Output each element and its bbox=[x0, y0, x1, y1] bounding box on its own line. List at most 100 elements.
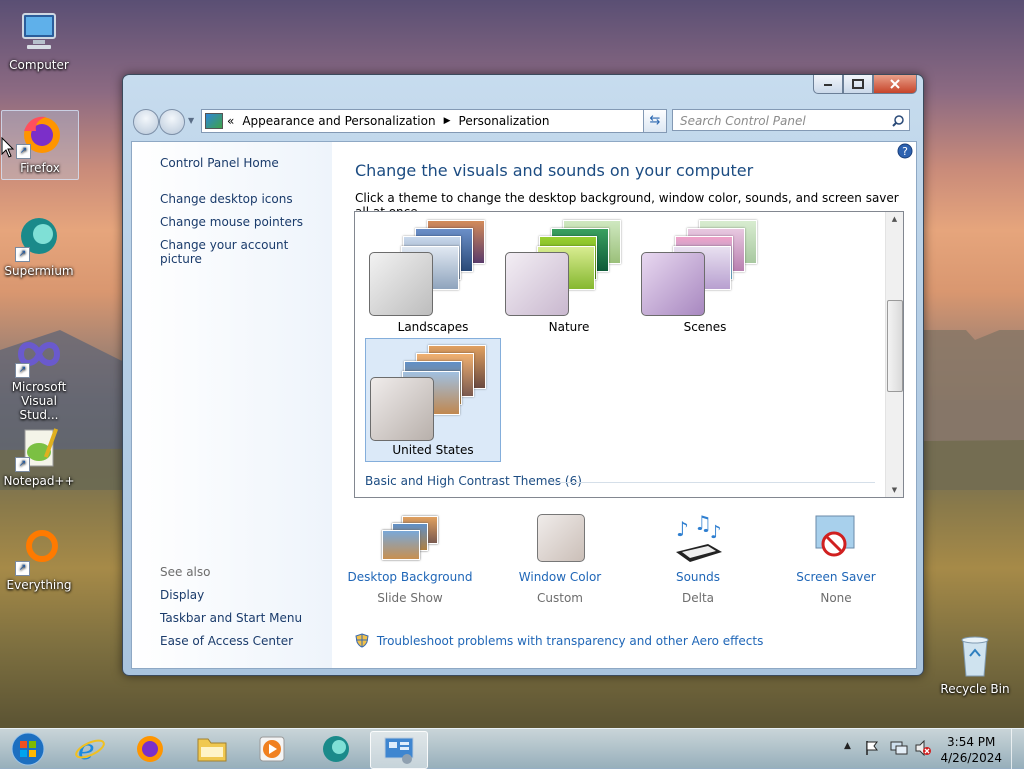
setting-title[interactable]: Desktop Background bbox=[340, 570, 480, 584]
theme-name: Scenes bbox=[683, 320, 727, 334]
back-button[interactable] bbox=[133, 109, 159, 135]
section-heading: Basic and High Contrast Themes (6) bbox=[365, 474, 582, 488]
recent-pages-arrow-icon[interactable]: ▼ bbox=[188, 116, 194, 125]
desktop-icon-label-line2: Visual Stud... bbox=[19, 394, 59, 422]
network-icon[interactable] bbox=[890, 740, 908, 756]
setting-title[interactable]: Sounds bbox=[628, 570, 768, 584]
setting-title[interactable]: Screen Saver bbox=[766, 570, 906, 584]
forward-button[interactable] bbox=[159, 109, 185, 135]
clock-time: 3:54 PM bbox=[947, 735, 996, 749]
firefox-icon: ↗ bbox=[16, 111, 64, 159]
theme-color-swatch bbox=[370, 377, 434, 441]
maximize-button[interactable] bbox=[843, 75, 873, 94]
window-caption-buttons bbox=[813, 75, 917, 94]
shortcut-arrow-icon: ↗ bbox=[15, 457, 30, 472]
show-desktop-button[interactable] bbox=[1011, 729, 1024, 769]
taskbar-media-player[interactable] bbox=[244, 731, 300, 767]
taskbar: e ▲ 3:54 PM 4/26/2024 bbox=[0, 728, 1024, 769]
help-icon[interactable]: ? bbox=[897, 143, 913, 159]
supermium-icon: ↗ bbox=[15, 214, 63, 262]
theme-color-swatch bbox=[641, 252, 705, 316]
control-panel-icon bbox=[384, 737, 414, 764]
theme-landscapes[interactable]: Landscapes bbox=[365, 214, 501, 338]
everything-icon: ↗ bbox=[15, 528, 63, 576]
minimize-button[interactable] bbox=[813, 75, 843, 94]
desktop-icon-computer[interactable]: Computer bbox=[1, 8, 77, 72]
theme-nature[interactable]: Nature bbox=[501, 214, 637, 338]
windows-orb-icon bbox=[11, 732, 45, 766]
change-account-picture-link[interactable]: Change your account picture bbox=[160, 238, 332, 266]
section-divider bbox=[553, 482, 875, 483]
visual-studio-icon: ↗ bbox=[15, 330, 63, 378]
shield-icon bbox=[355, 633, 369, 648]
ease-of-access-link[interactable]: Ease of Access Center bbox=[160, 634, 293, 648]
page-title: Change the visuals and sounds on your co… bbox=[355, 161, 754, 180]
window-color-setting[interactable]: Window Color Custom bbox=[490, 514, 630, 605]
breadcrumb-separator-icon[interactable]: ▶ bbox=[444, 116, 451, 126]
supermium-icon bbox=[323, 736, 349, 762]
desktop-icon-label: Recycle Bin bbox=[940, 682, 1010, 696]
taskbar-firefox[interactable] bbox=[122, 731, 178, 767]
address-bar[interactable]: « Appearance and Personalization ▶ Perso… bbox=[201, 109, 708, 133]
svg-text:♪: ♪ bbox=[710, 522, 722, 543]
troubleshoot-text: Troubleshoot problems with transparency … bbox=[376, 634, 764, 648]
recycle-bin-icon bbox=[951, 632, 999, 680]
start-button[interactable] bbox=[0, 731, 56, 767]
scroll-thumb[interactable] bbox=[887, 300, 903, 392]
setting-value: Delta bbox=[681, 591, 714, 605]
search-placeholder: Search Control Panel bbox=[680, 114, 806, 128]
desktop-background-setting[interactable]: Desktop Background Slide Show bbox=[340, 514, 480, 605]
breadcrumb-personalization[interactable]: Personalization bbox=[459, 114, 550, 128]
theme-scrollbar[interactable]: ▲ ▼ bbox=[885, 212, 903, 497]
desktop-icon-label: Everything bbox=[6, 578, 72, 592]
taskbar-start-menu-link[interactable]: Taskbar and Start Menu bbox=[160, 611, 302, 625]
internet-explorer-icon: e bbox=[75, 733, 105, 765]
change-desktop-icons-link[interactable]: Change desktop icons bbox=[160, 192, 293, 206]
setting-value: Slide Show bbox=[377, 591, 443, 605]
shortcut-arrow-icon: ↗ bbox=[15, 561, 30, 576]
desktop-icon-recycle-bin[interactable]: Recycle Bin bbox=[937, 632, 1013, 696]
system-clock[interactable]: 3:54 PM 4/26/2024 bbox=[940, 734, 1002, 766]
taskbar-file-explorer[interactable] bbox=[184, 731, 240, 767]
search-icon bbox=[892, 115, 904, 127]
screen-saver-setting[interactable]: Screen Saver None bbox=[766, 514, 906, 605]
navigation-bar: ▼ « Appearance and Personalization ▶ Per… bbox=[131, 107, 915, 135]
action-center-flag-icon[interactable] bbox=[864, 740, 880, 756]
display-link[interactable]: Display bbox=[160, 588, 204, 602]
taskbar-control-panel[interactable] bbox=[370, 731, 428, 769]
personalization-window: ▼ « Appearance and Personalization ▶ Per… bbox=[122, 74, 924, 676]
theme-scenes[interactable]: Scenes bbox=[637, 214, 773, 338]
scroll-down-icon[interactable]: ▼ bbox=[886, 486, 903, 494]
desktop-icon-visual-studio[interactable]: ↗ Microsoft Visual Stud... bbox=[1, 330, 77, 422]
screen-saver-icon bbox=[806, 514, 866, 566]
theme-name: Landscapes bbox=[397, 320, 469, 334]
refresh-button[interactable]: ⇆ bbox=[643, 109, 667, 133]
taskbar-supermium[interactable] bbox=[308, 731, 364, 767]
desktop-icon-everything[interactable]: ↗ Everything bbox=[1, 528, 77, 592]
sounds-setting[interactable]: ♪ ♫ ♪ Sounds Delta bbox=[628, 511, 768, 605]
change-mouse-pointers-link[interactable]: Change mouse pointers bbox=[160, 215, 303, 229]
show-hidden-icons-button[interactable]: ▲ bbox=[844, 741, 851, 751]
desktop-icon-label: Computer bbox=[9, 58, 69, 72]
window-content: Control Panel Home Change desktop icons … bbox=[131, 141, 917, 669]
control-panel-home-link[interactable]: Control Panel Home bbox=[160, 156, 279, 170]
main-pane: ? Change the visuals and sounds on your … bbox=[332, 142, 916, 668]
theme-color-swatch bbox=[505, 252, 569, 316]
theme-name: Nature bbox=[548, 320, 590, 334]
breadcrumb-appearance[interactable]: Appearance and Personalization bbox=[242, 114, 435, 128]
theme-united-states[interactable]: United States bbox=[365, 338, 501, 462]
breadcrumb-overflow[interactable]: « bbox=[227, 114, 234, 128]
taskbar-internet-explorer[interactable]: e bbox=[62, 731, 118, 767]
search-input[interactable]: Search Control Panel bbox=[672, 109, 910, 131]
desktop-icon-supermium[interactable]: ↗ Supermium bbox=[1, 214, 77, 278]
troubleshoot-link[interactable]: Troubleshoot problems with transparency … bbox=[355, 633, 763, 648]
volume-muted-icon[interactable] bbox=[914, 740, 932, 756]
close-button[interactable] bbox=[873, 75, 917, 94]
setting-title[interactable]: Window Color bbox=[490, 570, 630, 584]
desktop-icon-label: Firefox bbox=[20, 161, 60, 175]
basic-high-contrast-section[interactable]: Basic and High Contrast Themes (6) bbox=[365, 474, 582, 488]
notepadpp-icon: ↗ bbox=[15, 424, 63, 472]
theme-gallery: Landscapes Nature Scenes United States B… bbox=[354, 211, 904, 498]
scroll-up-icon[interactable]: ▲ bbox=[886, 212, 903, 223]
desktop-icon-notepadpp[interactable]: ↗ Notepad++ bbox=[1, 424, 77, 488]
